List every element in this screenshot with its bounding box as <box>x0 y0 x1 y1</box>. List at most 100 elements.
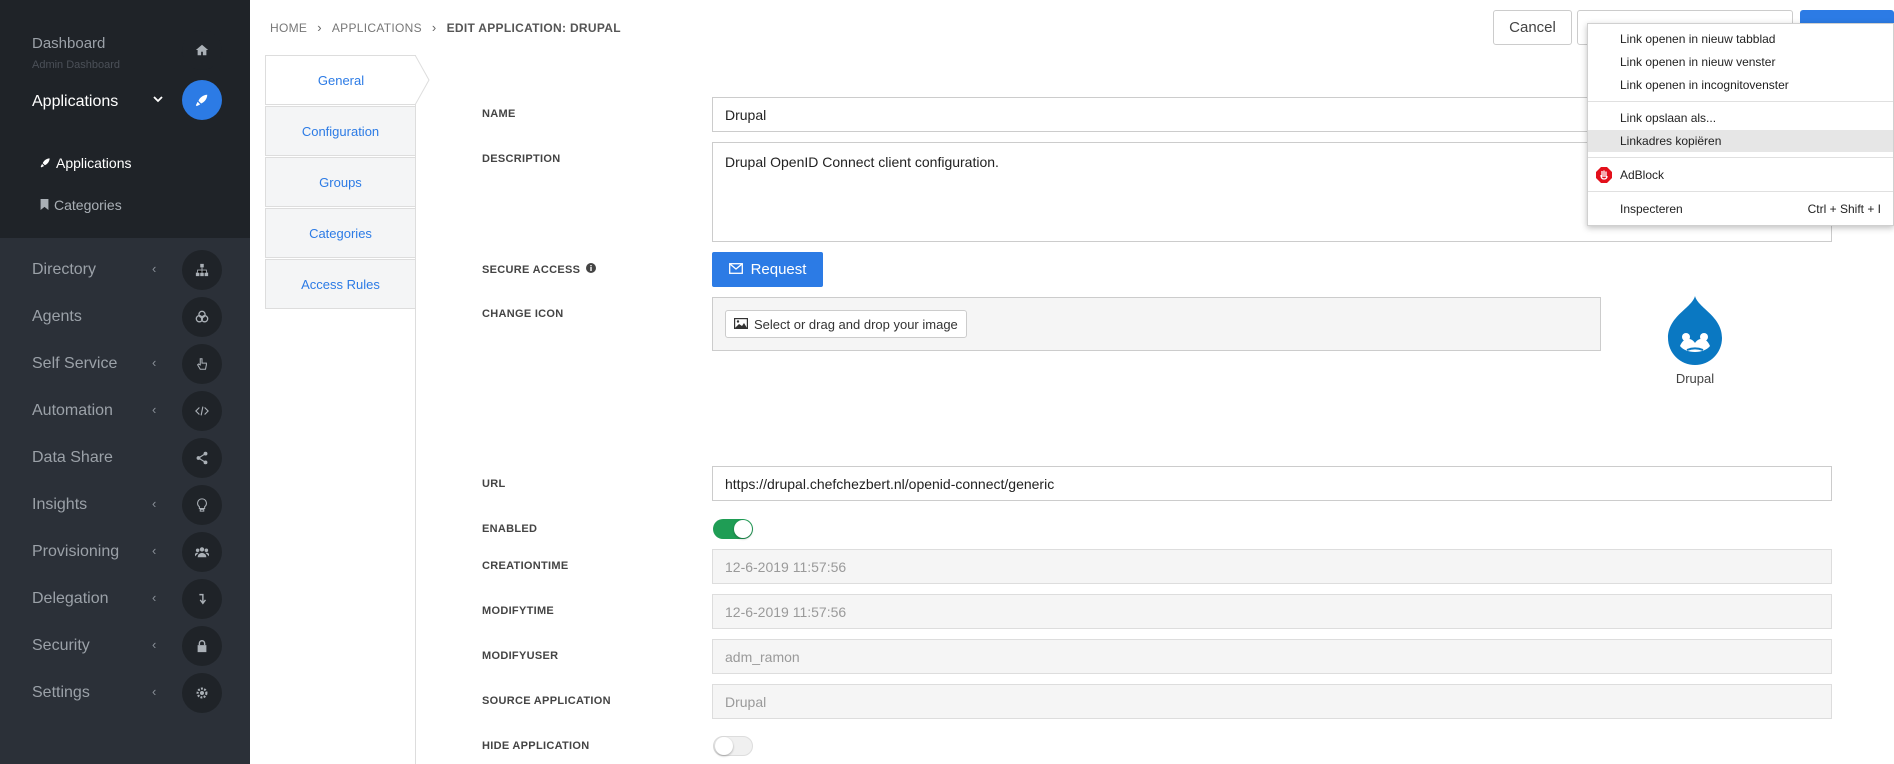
request-button[interactable]: Request <box>712 252 823 287</box>
ctx-open-new-window[interactable]: Link openen in nieuw venster <box>1588 51 1893 73</box>
enabled-toggle[interactable] <box>713 519 753 539</box>
source-application-field: Drupal <box>712 684 1832 719</box>
name-label: NAME <box>482 108 516 120</box>
sidebar-item-label: Delegation <box>32 590 109 607</box>
chevron-left-icon: ‹ <box>152 355 157 370</box>
toggle-knob <box>734 520 752 538</box>
source-application-label: SOURCE APPLICATION <box>482 695 611 707</box>
sidebar-item-label: Settings <box>32 684 90 701</box>
url-label: URL <box>482 478 506 490</box>
info-icon[interactable] <box>586 263 597 276</box>
gear-icon <box>182 673 222 713</box>
sidebar-item-sublabel: Admin Dashboard <box>32 59 121 71</box>
ctx-inspect-shortcut: Ctrl + Shift + I <box>1807 202 1881 216</box>
creationtime-label: CREATIONTIME <box>482 560 569 572</box>
sidebar-item-insights[interactable]: Insights ‹ <box>0 481 250 528</box>
sidebar-item-label: Dashboard <box>32 35 106 52</box>
ctx-adblock-label: AdBlock <box>1620 168 1665 182</box>
ctx-inspect-label: Inspecteren <box>1620 202 1683 216</box>
bookmark-icon <box>40 197 49 213</box>
creationtime-field: 12-6-2019 11:57:56 <box>712 549 1832 584</box>
sidebar-item-settings[interactable]: Settings ‹ <box>0 669 250 716</box>
modifytime-label: MODIFYTIME <box>482 605 555 617</box>
secure-access-label-text: SECURE ACCESS <box>482 263 581 276</box>
ctx-separator <box>1588 157 1893 158</box>
adblock-icon <box>1596 167 1612 186</box>
ctx-save-link-as[interactable]: Link opslaan als... <box>1588 107 1893 129</box>
breadcrumb-current: EDIT APPLICATION: DRUPAL <box>446 20 621 35</box>
chevron-left-icon: ‹ <box>152 402 157 417</box>
tab-general[interactable]: General <box>265 55 416 105</box>
ctx-separator <box>1588 191 1893 192</box>
sidebar-subitem-categories[interactable]: Categories <box>40 197 122 213</box>
sidebar: Dashboard Admin Dashboard Applications A… <box>0 0 250 764</box>
agents-icon <box>182 297 222 337</box>
drupal-logo-icon <box>1668 296 1722 365</box>
sidebar-item-label: Agents <box>32 308 82 325</box>
sidebar-item-directory[interactable]: Directory ‹ <box>0 246 250 293</box>
cancel-button[interactable]: Cancel <box>1493 10 1572 45</box>
modifyuser-field: adm_ramon <box>712 639 1832 674</box>
icon-caption: Drupal <box>1675 371 1715 386</box>
sidebar-item-label: Automation <box>32 402 113 419</box>
tab-access-rules[interactable]: Access Rules <box>265 259 416 309</box>
chevron-left-icon: ‹ <box>152 637 157 652</box>
change-icon-label: CHANGE ICON <box>482 308 564 320</box>
sidebar-item-label: Self Service <box>32 355 118 372</box>
sitemap-icon <box>182 250 222 290</box>
ctx-copy-link-address[interactable]: Linkadres kopiëren <box>1588 130 1893 152</box>
sidebar-item-label: Data Share <box>32 449 113 466</box>
tab-categories[interactable]: Categories <box>265 208 416 258</box>
sidebar-item-label: Applications <box>32 93 119 110</box>
level-down-icon <box>182 579 222 619</box>
sidebar-item-label: Provisioning <box>32 543 120 560</box>
select-image-button[interactable]: Select or drag and drop your image <box>725 310 967 338</box>
ctx-open-incognito[interactable]: Link openen in incognitovenster <box>1588 74 1893 96</box>
sidebar-item-agents[interactable]: Agents <box>0 293 250 340</box>
sidebar-subitem-applications[interactable]: Applications <box>40 155 132 171</box>
sidebar-item-provisioning[interactable]: Provisioning ‹ <box>0 528 250 575</box>
chevron-left-icon: ‹ <box>152 261 157 276</box>
sidebar-item-self-service[interactable]: Self Service ‹ <box>0 340 250 387</box>
sidebar-subitem-label: Categories <box>54 197 122 213</box>
users-icon <box>182 532 222 572</box>
sidebar-item-applications[interactable]: Applications <box>0 77 250 124</box>
select-image-label: Select or drag and drop your image <box>754 316 958 332</box>
sidebar-item-automation[interactable]: Automation ‹ <box>0 387 250 434</box>
hand-pointer-icon <box>182 344 222 384</box>
hide-application-toggle[interactable] <box>713 736 753 756</box>
chevron-left-icon: ‹ <box>152 684 157 699</box>
chevron-left-icon: ‹ <box>152 590 157 605</box>
breadcrumb-home[interactable]: HOME <box>270 21 307 35</box>
sidebar-item-data-share[interactable]: Data Share <box>0 434 250 481</box>
sidebar-item-dashboard[interactable]: Dashboard Admin Dashboard <box>0 22 250 71</box>
sidebar-item-delegation[interactable]: Delegation ‹ <box>0 575 250 622</box>
tab-configuration[interactable]: Configuration <box>265 106 416 156</box>
toggle-knob <box>715 737 733 755</box>
rocket-icon <box>182 80 222 120</box>
secure-access-label: SECURE ACCESS <box>482 263 597 276</box>
ctx-adblock[interactable]: AdBlock <box>1588 164 1893 186</box>
code-icon <box>182 391 222 431</box>
description-label: DESCRIPTION <box>482 153 561 165</box>
modifyuser-label: MODIFYUSER <box>482 650 559 662</box>
share-icon <box>182 438 222 478</box>
breadcrumb-applications[interactable]: APPLICATIONS <box>332 21 422 35</box>
ctx-open-new-tab[interactable]: Link openen in nieuw tabblad <box>1588 28 1893 50</box>
chevron-down-icon <box>152 93 164 108</box>
tab-groups[interactable]: Groups <box>265 157 416 207</box>
url-input[interactable]: https://drupal.chefchezbert.nl/openid-co… <box>712 466 1832 501</box>
icon-drop-zone[interactable]: Select or drag and drop your image <box>712 297 1601 351</box>
lock-icon <box>182 626 222 666</box>
lightbulb-icon <box>182 485 222 525</box>
ctx-inspect[interactable]: Inspecteren Ctrl + Shift + I <box>1588 198 1893 220</box>
chevron-left-icon: ‹ <box>152 496 157 511</box>
chevron-right-icon: › <box>431 20 437 35</box>
ctx-separator <box>1588 101 1893 102</box>
envelope-icon <box>728 261 743 278</box>
sidebar-item-security[interactable]: Security ‹ <box>0 622 250 669</box>
sidebar-item-label: Directory <box>32 261 97 278</box>
chevron-right-icon: › <box>317 20 322 35</box>
enabled-label: ENABLED <box>482 523 538 535</box>
request-button-label: Request <box>750 261 807 278</box>
